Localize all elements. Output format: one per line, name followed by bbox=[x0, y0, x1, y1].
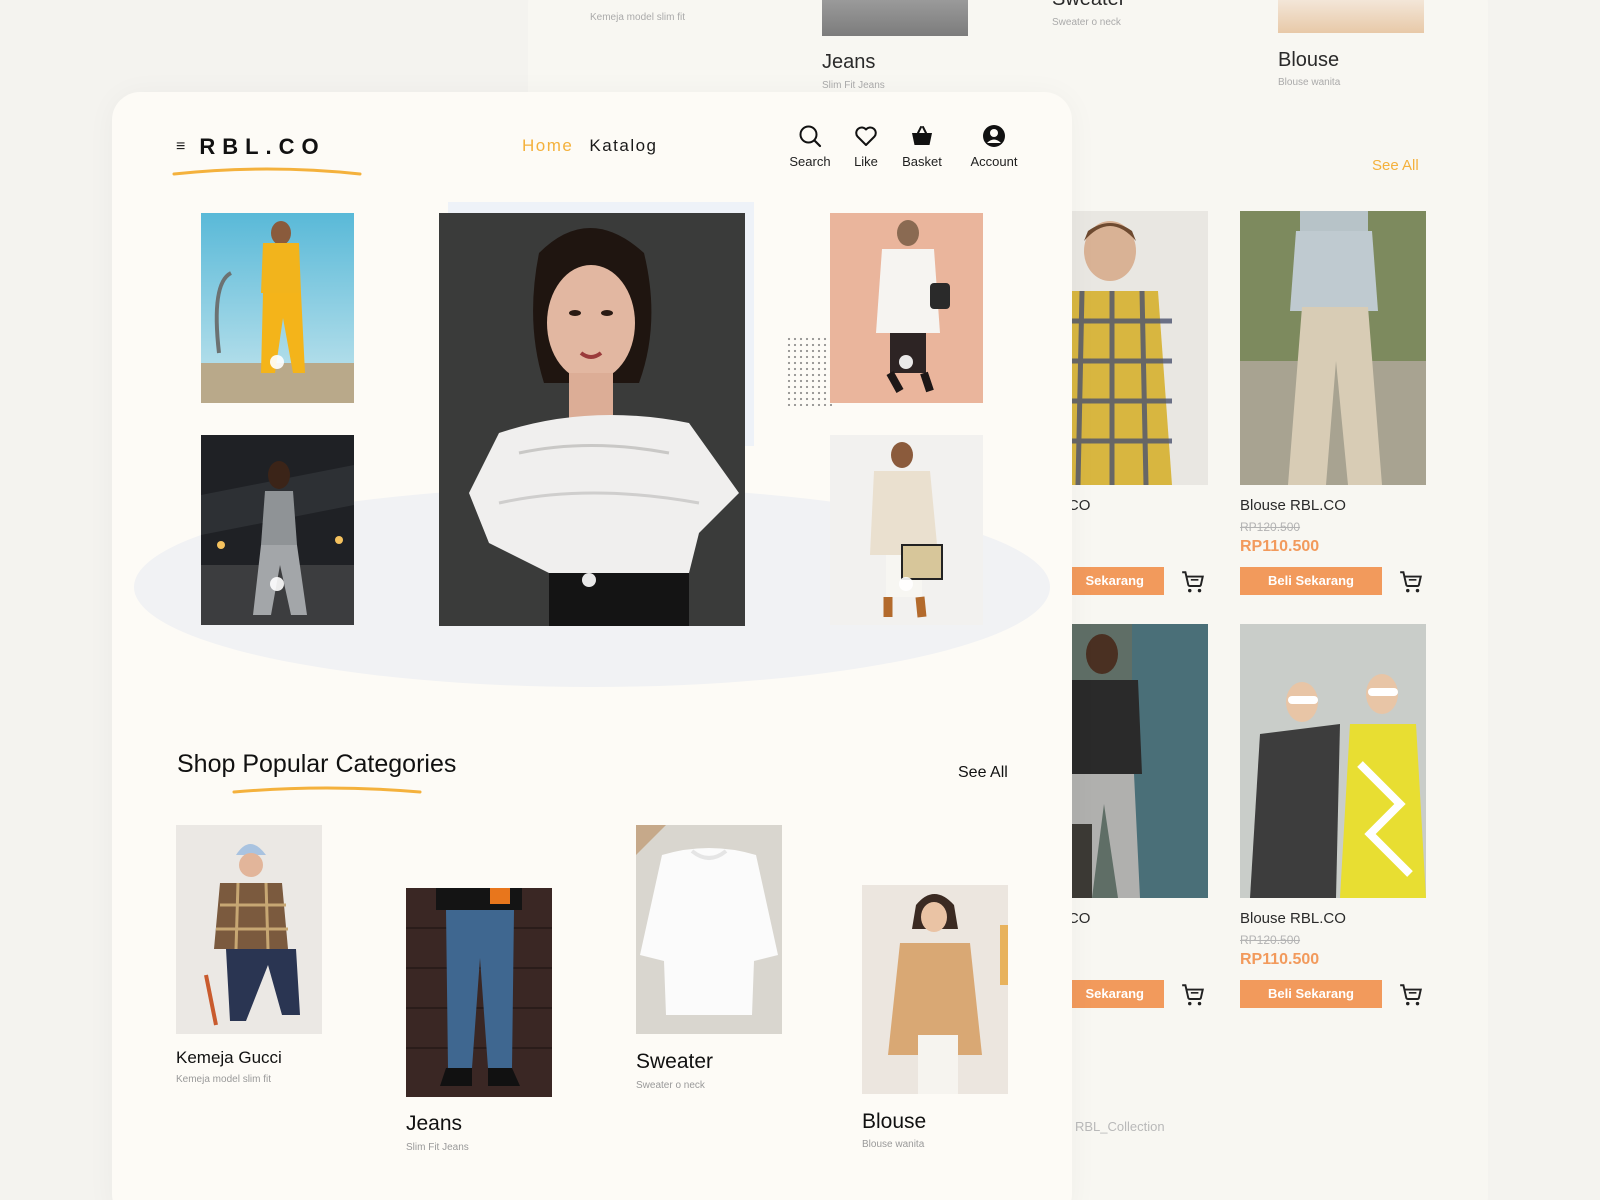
section-title: Shop Popular Categories bbox=[177, 750, 457, 778]
carousel-dot[interactable] bbox=[899, 355, 913, 369]
account-label: Account bbox=[970, 154, 1018, 169]
bg-category-name: Blouse bbox=[1278, 49, 1340, 71]
category-subtitle: Slim Fit Jeans bbox=[406, 1142, 469, 1153]
section-title-underline bbox=[232, 786, 422, 794]
category-subtitle: Sweater o neck bbox=[636, 1080, 705, 1091]
category-name[interactable]: Kemeja Gucci bbox=[176, 1048, 282, 1068]
account-button[interactable]: Account bbox=[956, 124, 1032, 169]
category-photo-kemeja[interactable] bbox=[176, 825, 322, 1034]
product-new-price: RP110.500 bbox=[1240, 951, 1320, 968]
product-old-price: RP120.500 bbox=[1240, 520, 1301, 534]
search-icon bbox=[799, 125, 822, 148]
product-new-price: RP110.500 bbox=[1240, 538, 1320, 555]
nav-katalog[interactable]: Katalog bbox=[589, 136, 657, 156]
carousel-dot[interactable] bbox=[582, 573, 596, 587]
bg-category-sub: Slim Fit Jeans bbox=[822, 80, 885, 91]
cart-icon[interactable] bbox=[1398, 569, 1424, 595]
carousel-dot[interactable] bbox=[270, 355, 284, 369]
carousel-dot[interactable] bbox=[270, 577, 284, 591]
buy-now-button[interactable]: Beli Sekarang bbox=[1240, 567, 1382, 595]
category-name[interactable]: Blouse bbox=[862, 1110, 926, 1134]
hamburger-menu-icon[interactable]: ≡ bbox=[176, 138, 185, 156]
header-actions: Search Like Basket Account bbox=[782, 124, 1032, 169]
category-photo-sweater[interactable] bbox=[636, 825, 782, 1034]
bg-category-sub: Blouse wanita bbox=[1278, 77, 1341, 88]
search-label: Search bbox=[789, 154, 831, 169]
bg-see-all-link[interactable]: See All bbox=[1372, 157, 1419, 174]
product-title: Blouse RBL.CO bbox=[1240, 497, 1346, 514]
see-all-link[interactable]: See All bbox=[958, 764, 1008, 782]
like-button[interactable]: Like bbox=[838, 124, 894, 169]
cart-icon[interactable] bbox=[1180, 569, 1206, 595]
basket-label: Basket bbox=[902, 154, 942, 169]
nav-home[interactable]: Home bbox=[522, 136, 573, 156]
bg-category-sub: Sweater o neck bbox=[1052, 17, 1121, 28]
bg-category-image bbox=[822, 0, 968, 36]
brand-logo[interactable]: RBL.CO bbox=[199, 134, 325, 160]
bg-category-sub: Kemeja model slim fit bbox=[590, 12, 686, 23]
basket-icon bbox=[912, 126, 932, 145]
hero-photo-grey-jumpsuit[interactable] bbox=[201, 435, 354, 625]
category-photo-jeans[interactable] bbox=[406, 888, 552, 1097]
category-name[interactable]: Sweater bbox=[636, 1050, 713, 1074]
account-icon bbox=[983, 125, 1005, 147]
bg-category-image bbox=[1278, 0, 1424, 33]
category-photo-blouse[interactable] bbox=[862, 885, 1008, 1094]
hero-photo-white-coat[interactable] bbox=[830, 213, 983, 403]
carousel-dot[interactable] bbox=[899, 577, 913, 591]
cart-icon[interactable] bbox=[1398, 982, 1424, 1008]
bg-category-name: Jeans bbox=[822, 51, 876, 73]
heart-icon bbox=[855, 126, 877, 146]
main-nav: Home Katalog bbox=[522, 136, 658, 156]
product-photo-two-models bbox=[1240, 624, 1426, 898]
search-button[interactable]: Search bbox=[782, 124, 838, 169]
hero-photo-main-white-blouse[interactable] bbox=[439, 213, 745, 626]
product-old-price: RP120.500 bbox=[1240, 933, 1301, 947]
dot-pattern-decoration bbox=[786, 336, 832, 406]
category-subtitle: Blouse wanita bbox=[862, 1139, 925, 1150]
like-label: Like bbox=[854, 154, 878, 169]
buy-now-button[interactable]: Beli Sekarang bbox=[1240, 980, 1382, 1008]
main-page-card: ≡ RBL.CO Home Katalog Search Like Basket… bbox=[112, 92, 1072, 1200]
category-name[interactable]: Jeans bbox=[406, 1112, 462, 1136]
cart-icon[interactable] bbox=[1180, 982, 1206, 1008]
footer-brand-text: RBL_Collection bbox=[1075, 1119, 1165, 1134]
product-photo-blouse bbox=[1240, 211, 1426, 485]
category-subtitle: Kemeja model slim fit bbox=[176, 1074, 272, 1085]
logo-underline-decoration bbox=[172, 167, 362, 176]
bg-category-name: Sweater bbox=[1052, 0, 1125, 11]
basket-button[interactable]: Basket bbox=[894, 124, 950, 169]
hero-photo-beige-coat[interactable] bbox=[830, 435, 983, 625]
hero-photo-yellow-tracksuit[interactable] bbox=[201, 213, 354, 403]
logo-area: ≡ RBL.CO bbox=[176, 134, 326, 160]
product-title: Blouse RBL.CO bbox=[1240, 910, 1346, 927]
